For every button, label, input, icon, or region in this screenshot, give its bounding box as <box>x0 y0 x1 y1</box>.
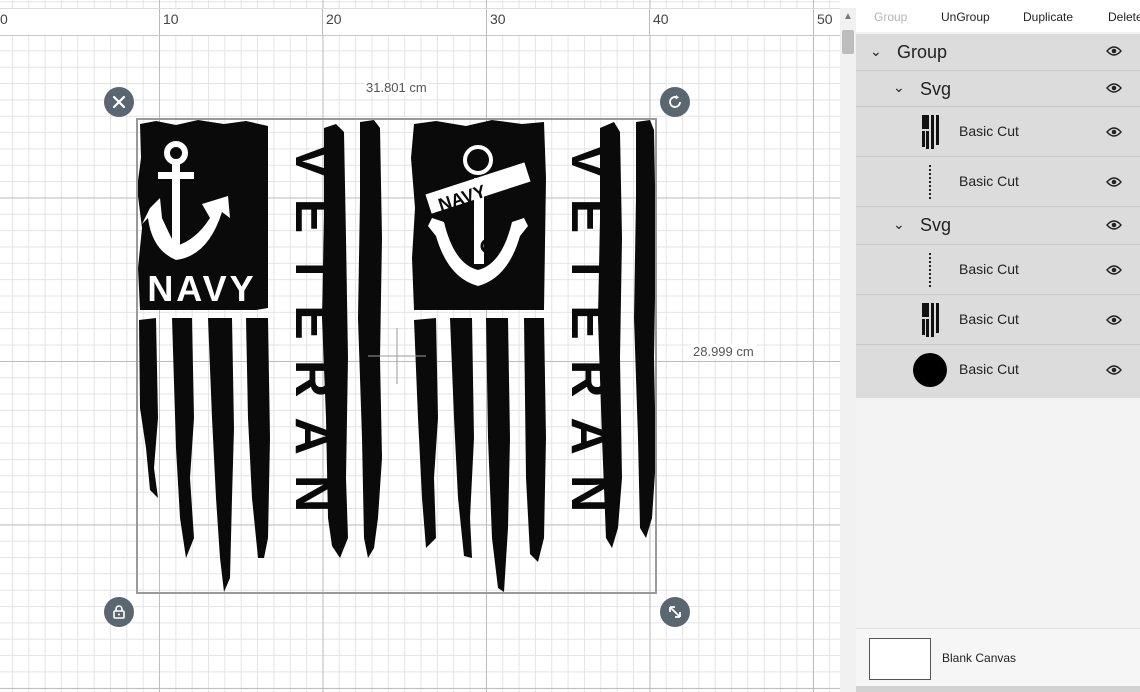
layer-svg-row[interactable]: ⌄ Svg <box>856 71 1140 107</box>
design-canvas[interactable]: 0 10 20 30 40 50 NAVY VETERAN NAVY VETER… <box>0 0 840 692</box>
ruler-tick <box>649 9 650 35</box>
ruler-label: 50 <box>817 11 833 27</box>
eye-icon[interactable] <box>1106 176 1122 188</box>
layer-group-label: Group <box>897 42 948 62</box>
flag-thumbnail <box>912 114 948 150</box>
vertical-scrollbar[interactable]: ▲ <box>840 8 856 692</box>
chevron-down-icon[interactable]: ⌄ <box>870 43 882 60</box>
rotate-handle[interactable] <box>660 87 690 117</box>
layer-svg-label: Svg <box>920 215 952 235</box>
layer-basic-cut-row[interactable]: Basic Cut <box>856 107 1140 157</box>
ruler-label: 20 <box>326 11 342 27</box>
eye-icon[interactable] <box>1106 45 1122 57</box>
chevron-down-icon[interactable]: ⌄ <box>893 216 905 233</box>
layer-basic-cut-label: Basic Cut <box>959 361 1019 377</box>
eye-icon[interactable] <box>1106 364 1122 376</box>
circle-thumbnail <box>912 352 948 388</box>
duplicate-button[interactable]: Duplicate <box>1023 10 1073 24</box>
panel-bottom-bar <box>856 686 1140 692</box>
ruler-tick <box>486 9 487 35</box>
delete-button[interactable]: Delete <box>1108 10 1140 24</box>
eye-icon[interactable] <box>1106 126 1122 138</box>
layer-svg-row[interactable]: ⌄ Svg <box>856 207 1140 245</box>
layers-panel: Group UnGroup Duplicate Delete ⌄ Group ⌄… <box>856 0 1140 692</box>
height-dimension-label: 28.999 cm <box>691 344 756 359</box>
width-dimension-label: 31.801 cm <box>364 80 429 95</box>
layer-svg-label: Svg <box>920 79 952 99</box>
selection-box[interactable] <box>136 118 657 594</box>
layer-basic-cut-label: Basic Cut <box>959 173 1019 189</box>
text-thumbnail <box>912 252 948 288</box>
blank-canvas-label: Blank Canvas <box>942 651 1017 665</box>
rotate-icon <box>669 95 681 108</box>
layer-basic-cut-label: Basic Cut <box>959 123 1019 139</box>
ruler-tick <box>159 9 160 35</box>
layer-list: ⌄ Group ⌄ Svg Basic Cut Basic Cut ⌄ Svg … <box>856 34 1140 398</box>
delete-handle[interactable] <box>104 87 134 117</box>
scrollbar-thumb[interactable] <box>842 30 854 54</box>
layer-basic-cut-row[interactable]: Basic Cut <box>856 345 1140 395</box>
group-button[interactable]: Group <box>874 10 907 24</box>
ruler-label: 40 <box>653 11 669 27</box>
ruler-label: 10 <box>163 11 179 27</box>
layer-basic-cut-row[interactable]: Basic Cut <box>856 245 1140 295</box>
eye-icon[interactable] <box>1106 264 1122 276</box>
ruler-label: 0 <box>0 11 8 27</box>
close-icon <box>112 95 126 109</box>
lock-icon <box>113 605 125 619</box>
layer-basic-cut-label: Basic Cut <box>959 261 1019 277</box>
text-thumbnail <box>912 164 948 200</box>
horizontal-ruler: 0 10 20 30 40 50 <box>0 8 840 36</box>
blank-canvas-row[interactable]: Blank Canvas <box>856 628 1140 687</box>
resize-handle[interactable] <box>660 597 690 627</box>
scroll-up-arrow-icon[interactable]: ▲ <box>843 11 853 22</box>
eye-icon[interactable] <box>1106 219 1122 231</box>
layers-toolbar: Group UnGroup Duplicate Delete <box>856 0 1140 32</box>
eye-icon[interactable] <box>1106 82 1122 94</box>
blank-canvas-swatch[interactable] <box>869 638 931 680</box>
lock-handle[interactable] <box>104 597 134 627</box>
ungroup-button[interactable]: UnGroup <box>941 10 990 24</box>
layer-basic-cut-row[interactable]: Basic Cut <box>856 295 1140 345</box>
chevron-down-icon[interactable]: ⌄ <box>893 79 905 96</box>
layer-basic-cut-label: Basic Cut <box>959 311 1019 327</box>
ruler-tick <box>813 9 814 35</box>
flag-thumbnail <box>912 302 948 338</box>
ruler-tick <box>322 9 323 35</box>
eye-icon[interactable] <box>1106 314 1122 326</box>
resize-icon <box>669 606 681 618</box>
layer-group-row[interactable]: ⌄ Group <box>856 34 1140 71</box>
layer-basic-cut-row[interactable]: Basic Cut <box>856 157 1140 207</box>
ruler-label: 30 <box>490 11 506 27</box>
